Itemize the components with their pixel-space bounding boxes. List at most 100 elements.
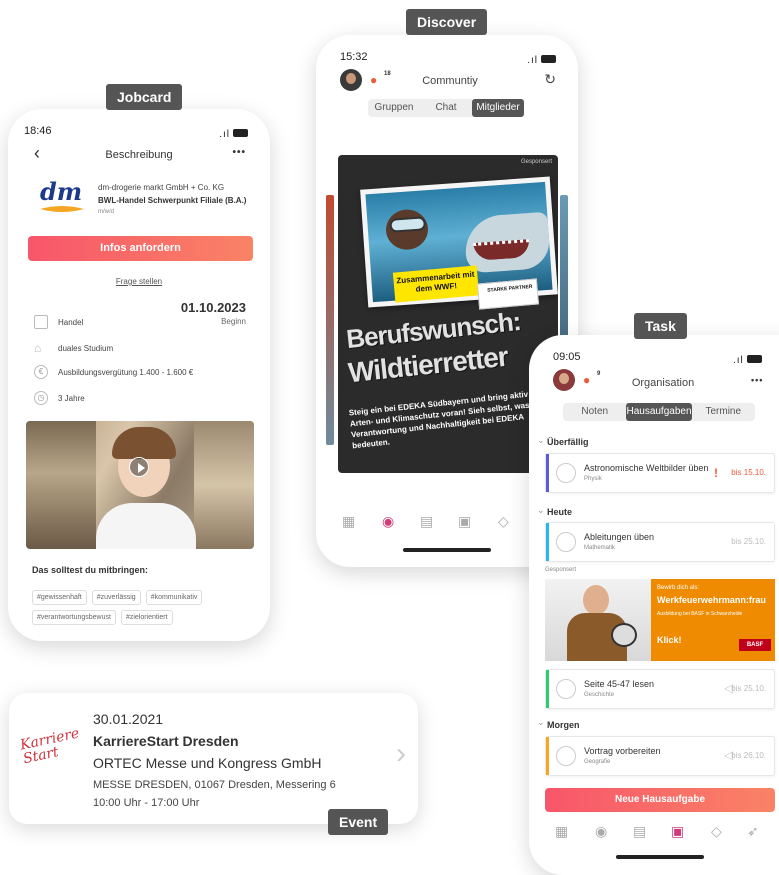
bottom-nav: ▦ ◉ ▤ ▣ ◇ ➶ — [529, 823, 779, 843]
tasks-icon[interactable]: ▣ — [458, 513, 471, 530]
calendar-icon[interactable]: ▤ — [633, 823, 646, 840]
status-time: 15:32 — [340, 51, 368, 63]
task-checkbox[interactable] — [556, 463, 576, 483]
streak-badge: 9 — [597, 371, 601, 377]
chevron-right-icon[interactable]: › — [396, 737, 406, 771]
task-card[interactable]: Seite 45-47 lesen Geschichte ◁ bis 25.10… — [545, 669, 775, 709]
tasks-icon[interactable]: ▣ — [671, 823, 684, 840]
discover-icon[interactable]: ◉ — [595, 823, 607, 840]
tab-appointments[interactable]: Termine — [692, 403, 755, 421]
dm-logo: dm — [40, 179, 84, 215]
more-icon[interactable]: ••• — [751, 375, 763, 385]
task-subject: Physik — [584, 476, 602, 482]
chevron-down-icon[interactable]: ⌄ — [537, 717, 545, 728]
sponsored-label: Gesponsert — [545, 567, 577, 573]
position-title: BWL-Handel Schwerpunkt Filiale (B.A.) — [98, 196, 247, 205]
person-shirt — [96, 503, 196, 549]
request-info-button[interactable]: Infos anfordern — [28, 236, 253, 261]
graduation-cap-icon[interactable]: ◇ — [711, 823, 722, 840]
hashtag-list-2: #verantwortungsbewust #zielorientiert — [32, 606, 252, 625]
refresh-icon[interactable]: ↻ — [544, 71, 556, 88]
hashtag[interactable]: #zielorientiert — [120, 610, 173, 625]
person-hair — [112, 427, 176, 459]
hashtag[interactable]: #zuverlässig — [91, 590, 141, 605]
task-checkbox[interactable] — [556, 532, 576, 552]
discover-icon[interactable]: ◉ — [382, 513, 394, 530]
task-color-bar — [546, 737, 549, 775]
home-indicator — [616, 855, 704, 859]
video-thumbnail[interactable] — [26, 421, 254, 549]
new-homework-button[interactable]: Neue Hausaufgabe — [545, 788, 775, 812]
karrierestart-logo: Karriere Start — [19, 725, 81, 782]
dashboard-icon[interactable]: ▦ — [555, 823, 568, 840]
bookmark-icon — [34, 315, 48, 329]
dm-logo-text: dm — [40, 177, 83, 206]
rocket-icon[interactable]: ➶ — [747, 823, 759, 840]
task-due: bis 15.10. — [731, 468, 766, 477]
dashboard-icon[interactable]: ▦ — [342, 513, 355, 530]
task-color-bar — [546, 523, 549, 561]
basf-logo: BASF — [739, 639, 771, 651]
avatar[interactable] — [340, 69, 362, 91]
event-date: 30.01.2021 — [93, 711, 164, 727]
task-card[interactable]: Astronomische Weltbilder üben Physik ! b… — [545, 453, 775, 493]
graduation-cap-icon: ⌂ — [34, 341, 42, 355]
firefighter-face — [583, 585, 609, 615]
task-checkbox[interactable] — [556, 746, 576, 766]
play-icon[interactable] — [129, 457, 149, 477]
page-title: Communtiy — [422, 75, 478, 87]
discover-tabs: Gruppen Chat Mitglieder — [368, 99, 524, 117]
task-subject: Geografie — [584, 759, 611, 765]
ad-cta[interactable]: Klick! — [657, 635, 682, 645]
event-card[interactable]: Karriere Start 30.01.2021 KarriereStart … — [9, 693, 418, 824]
section-overdue: Überfällig — [547, 437, 589, 447]
carousel-left-peek — [326, 195, 334, 445]
detail-duration: 3 Jahre — [58, 394, 85, 403]
chevron-down-icon[interactable]: ⌄ — [537, 435, 545, 446]
partner-badge: STARKE PARTNER — [476, 278, 540, 310]
event-organizer: ORTEC Messe und Kongress GmbH — [93, 755, 322, 771]
tab-members[interactable]: Mitglieder — [472, 99, 524, 117]
hashtag[interactable]: #verantwortungsbewust — [32, 610, 116, 625]
sponsored-ad-card[interactable]: Gesponsert Zusammenarbeit mit dem WWF! S… — [338, 155, 558, 473]
tab-homework[interactable]: Hausaufgaben — [626, 403, 692, 421]
detail-salary: Ausbildungsvergütung 1.400 - 1.600 € — [58, 368, 194, 377]
tab-groups[interactable]: Gruppen — [368, 99, 420, 117]
diving-mask — [389, 216, 427, 233]
task-color-bar — [546, 454, 549, 492]
task-checkbox[interactable] — [556, 679, 576, 699]
detail-field: Handel — [58, 318, 84, 327]
status-icons: .ıl — [219, 124, 248, 142]
task-card[interactable]: Ableitungen üben Mathematik bis 25.10. — [545, 522, 775, 562]
streak-badge: 18 — [384, 71, 391, 77]
chevron-down-icon[interactable]: ⌄ — [537, 505, 545, 516]
tab-grades[interactable]: Noten — [563, 403, 626, 421]
sponsored-ad-banner[interactable]: Bewirb dich als: Werkfeuerwehrmann:frau … — [545, 579, 775, 661]
detail-type: duales Studium — [58, 344, 114, 353]
ask-question-link[interactable]: Frage stellen — [8, 277, 270, 286]
clock-icon: ◷ — [34, 391, 48, 405]
hashtag[interactable]: #kommunikativ — [145, 590, 203, 605]
task-card[interactable]: Vortrag vorbereiten Geografie ◁ bis 26.1… — [545, 736, 775, 776]
jobcard-label: Jobcard — [106, 84, 183, 110]
avatar[interactable] — [553, 369, 575, 391]
more-icon[interactable]: ••• — [232, 147, 246, 158]
tab-chat[interactable]: Chat — [420, 99, 472, 117]
hashtag[interactable]: #gewissenhaft — [32, 590, 87, 605]
task-title: Vortrag vorbereiten — [584, 746, 661, 756]
jobcard-phone: 18:46 .ıl ‹ Beschreibung ••• dm dm-droge… — [8, 109, 270, 641]
discover-label: Discover — [406, 9, 488, 35]
task-color-bar — [546, 670, 549, 708]
graduation-cap-icon[interactable]: ◇ — [498, 513, 509, 530]
hashtag-list: #gewissenhaft #zuverlässig #kommunikativ — [32, 586, 252, 605]
ad-title: Werkfeuerwehrmann:frau — [657, 595, 766, 605]
page-title: Beschreibung — [105, 149, 173, 161]
start-date-label: Beginn — [221, 317, 246, 326]
calendar-icon[interactable]: ▤ — [420, 513, 433, 530]
task-tabs: Noten Hausaufgaben Termine — [563, 403, 755, 421]
sponsored-label: Gesponsert — [520, 159, 552, 165]
event-address: MESSE DRESDEN, 01067 Dresden, Messering … — [93, 779, 336, 791]
status-icons: .ıl — [527, 50, 556, 68]
gender-note: m/w/d — [98, 209, 115, 215]
task-label: Task — [634, 313, 687, 339]
